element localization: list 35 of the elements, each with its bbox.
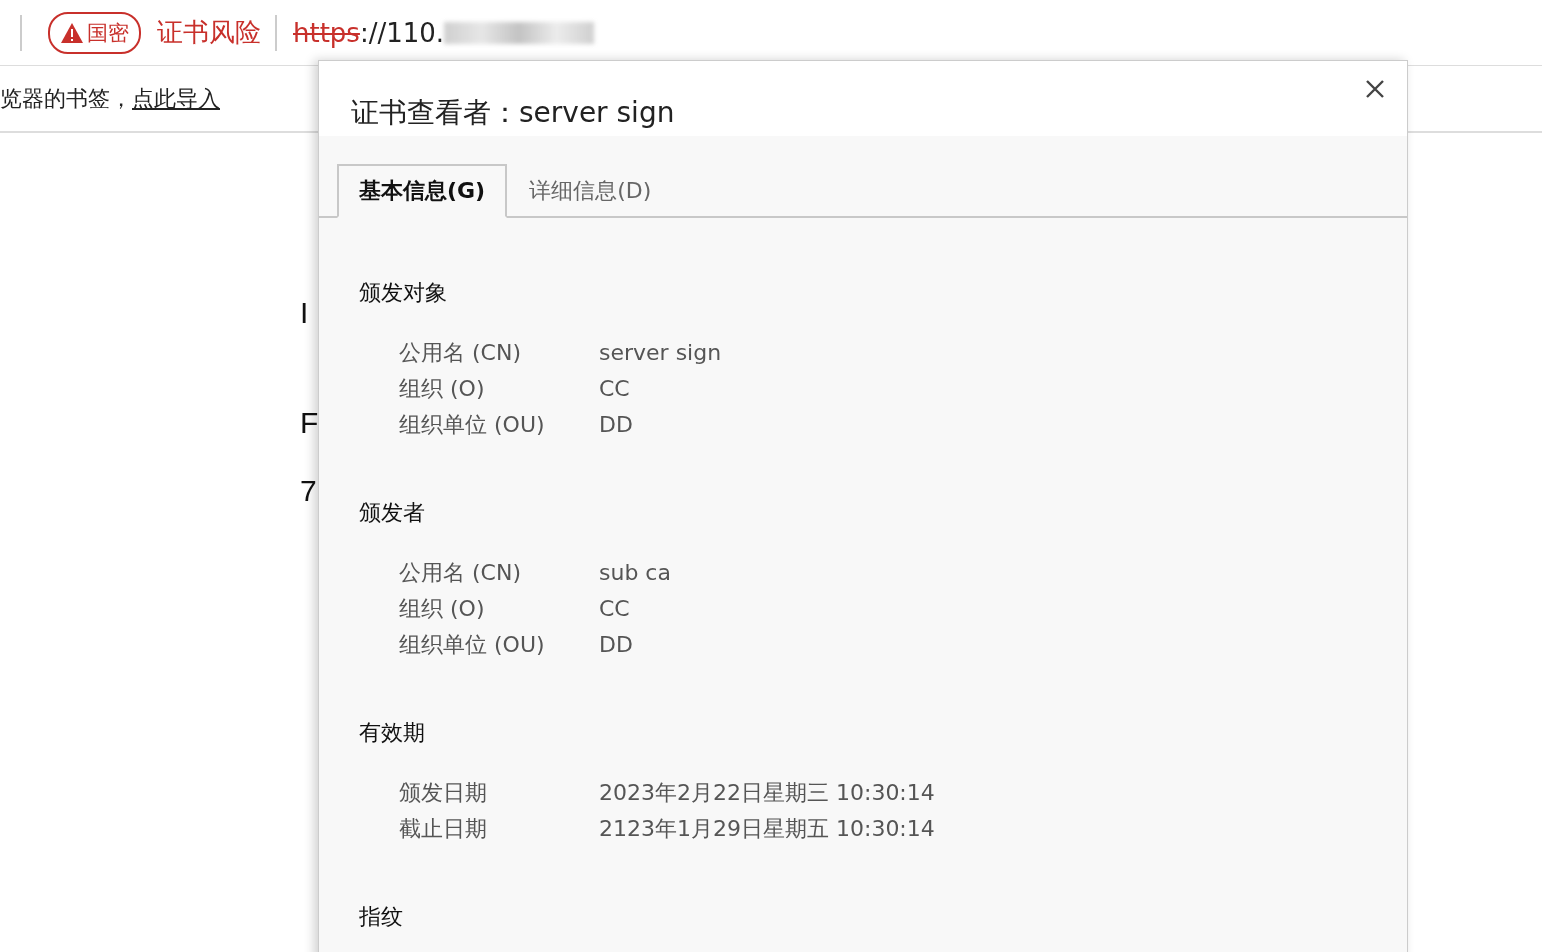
page-text: 7 <box>300 474 317 508</box>
field-label: 组织单位 (OU) <box>399 631 546 659</box>
section-heading: 颁发者 <box>359 499 426 527</box>
field-label: 公用名 (CN) <box>399 559 522 587</box>
field-value: CC <box>599 595 631 623</box>
dialog-title: 证书查看者：server sign <box>351 95 675 131</box>
url-scheme[interactable]: https <box>293 17 360 48</box>
bookmark-message: 览器的书签， <box>0 84 132 113</box>
field-value: 2123年1月29日星期五 10:30:14 <box>599 815 936 843</box>
field-value: CC <box>599 375 631 403</box>
section-heading: 指纹 <box>359 903 404 931</box>
close-icon <box>1365 79 1385 99</box>
tab[interactable]: 详细信息(D) <box>507 164 674 218</box>
section-heading: 有效期 <box>359 719 426 747</box>
badge-label: 国密 <box>87 19 129 47</box>
tab[interactable]: 基本信息(G) <box>337 164 508 218</box>
field-label: 组织 (O) <box>399 595 486 623</box>
warning-icon <box>60 21 84 44</box>
field-label: 颁发日期 <box>399 779 488 807</box>
section-heading: 颁发对象 <box>359 279 448 307</box>
field-label: 公用名 (CN) <box>399 339 522 367</box>
field-value: DD <box>599 631 634 659</box>
url-text[interactable]: ://110. <box>359 17 445 48</box>
field-value: DD <box>599 411 634 439</box>
field-value: 2023年2月22日星期三 10:30:14 <box>599 779 936 807</box>
national-crypto-badge[interactable]: 国密 <box>48 11 141 54</box>
field-value: sub ca <box>599 559 672 587</box>
page-text: I <box>300 296 309 330</box>
field-label: 截止日期 <box>399 815 488 843</box>
page-text: F <box>300 406 319 440</box>
field-label: 组织单位 (OU) <box>399 411 546 439</box>
field-value: server sign <box>599 339 723 367</box>
field-label: 组织 (O) <box>399 375 486 403</box>
import-link[interactable]: 点此导入 <box>132 83 220 114</box>
security-warning[interactable]: 证书风险 <box>157 15 261 50</box>
